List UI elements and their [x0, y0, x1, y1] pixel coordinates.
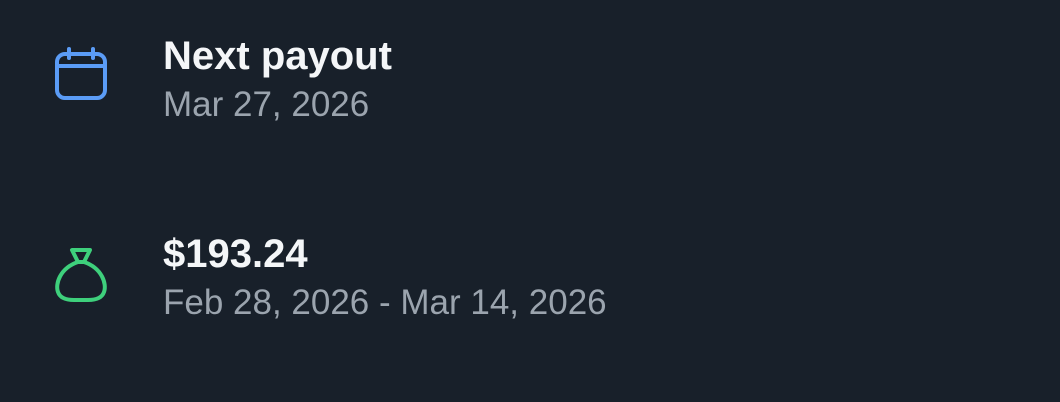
money-bag-icon — [52, 246, 110, 304]
calendar-icon — [52, 46, 110, 104]
next-payout-row: Next payout Mar 27, 2026 — [0, 24, 1060, 144]
earnings-period: Feb 28, 2026 - Mar 14, 2026 — [163, 283, 607, 322]
next-payout-date: Mar 27, 2026 — [163, 85, 370, 124]
next-payout-title: Next payout — [163, 34, 392, 78]
next-payout-text: Next payout Mar 27, 2026 — [163, 32, 392, 126]
earnings-row: $193.24 Feb 28, 2026 - Mar 14, 2026 — [0, 222, 1060, 342]
earnings-amount: $193.24 — [163, 232, 308, 276]
earnings-text: $193.24 Feb 28, 2026 - Mar 14, 2026 — [163, 230, 607, 324]
